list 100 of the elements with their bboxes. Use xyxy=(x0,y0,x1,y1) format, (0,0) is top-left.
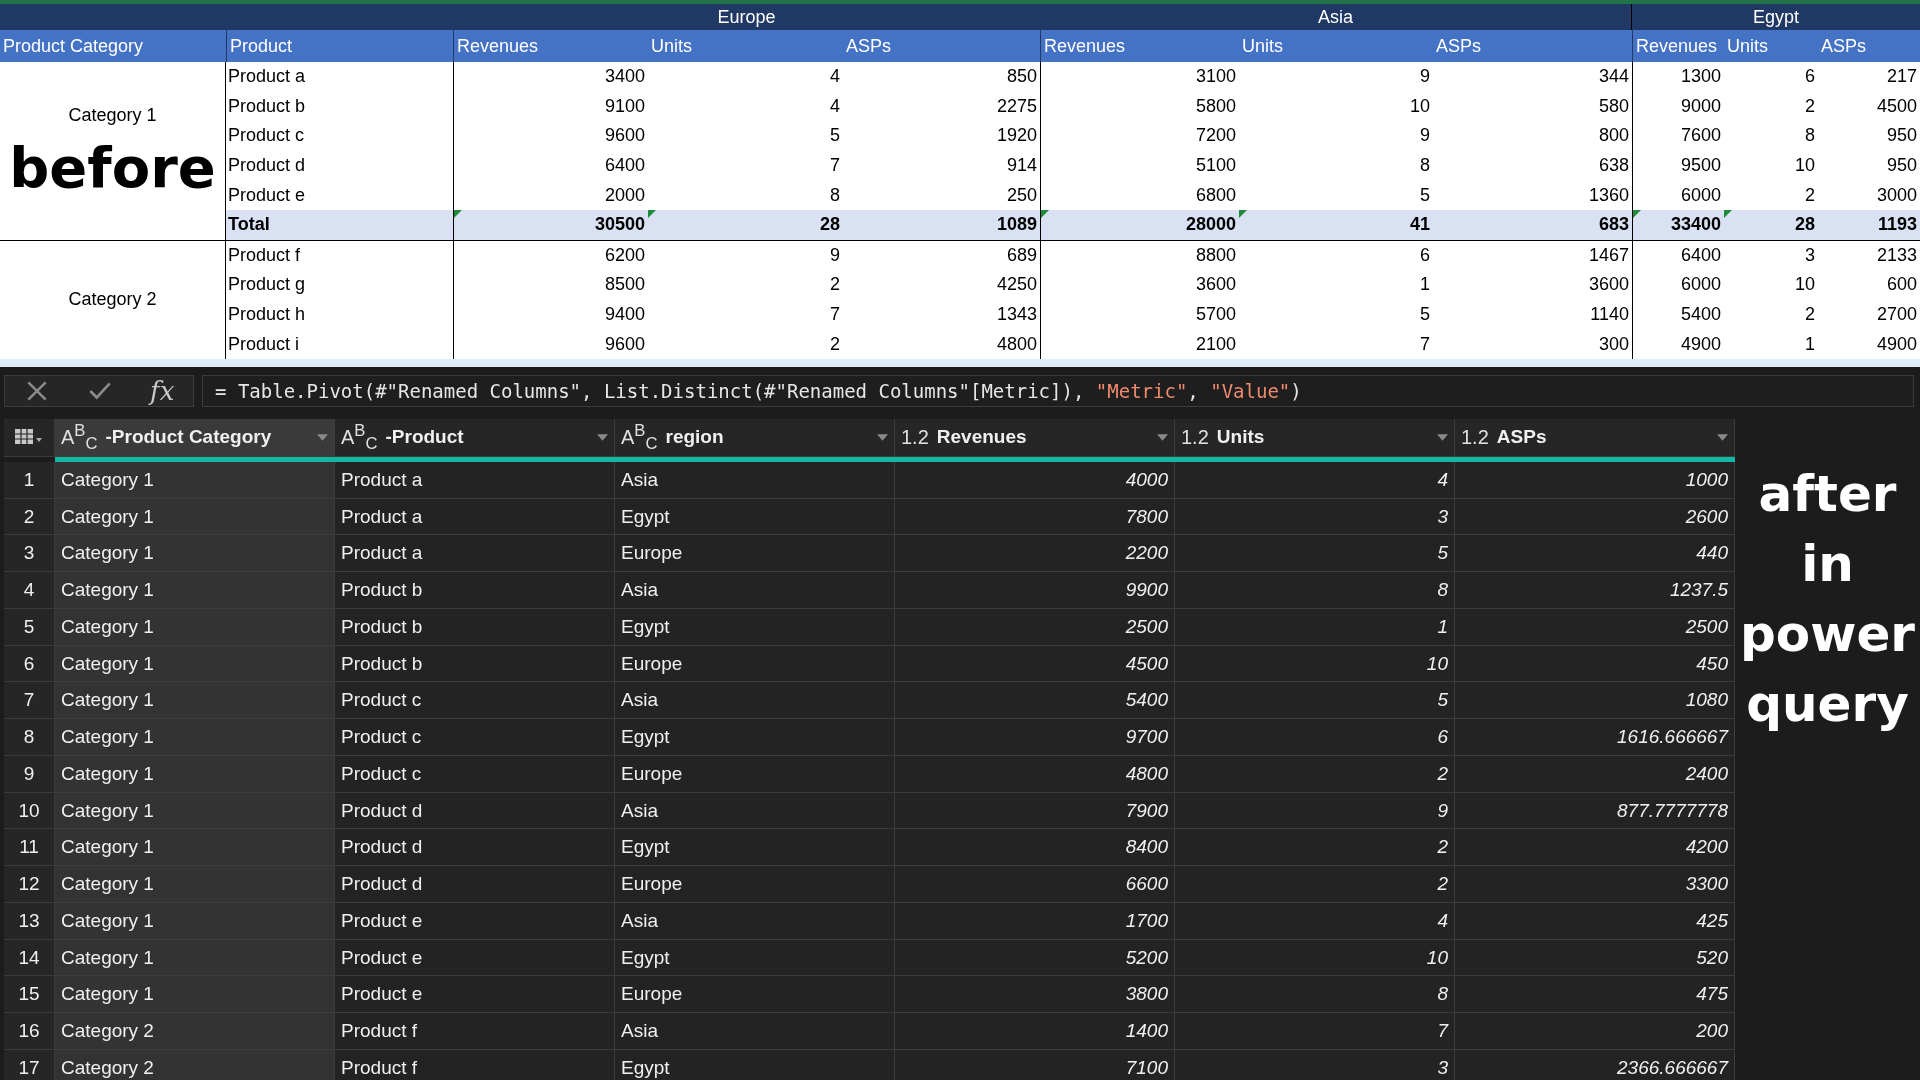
column-header[interactable]: A$^{B}$$_{C}$ -Product Category xyxy=(55,418,335,457)
column-header[interactable]: 1.2 ASPs xyxy=(1455,418,1735,457)
table-cell: Asia xyxy=(615,572,895,609)
table-cell: 7100 xyxy=(895,1049,1175,1080)
table-cell: 30500 xyxy=(594,214,645,236)
table-cell: 6000 xyxy=(1680,184,1721,206)
region-header: Egypt xyxy=(1752,5,1800,29)
table-cell: 6 xyxy=(1805,66,1815,88)
table-cell: 440 xyxy=(1455,535,1735,573)
table-cell: 6400 xyxy=(604,155,645,177)
table-cell: Category 1 xyxy=(55,719,335,756)
table-cell: 2200 xyxy=(895,535,1175,573)
row-number: 10 xyxy=(4,792,55,830)
column-header: Revenues xyxy=(453,30,648,62)
row-number: 4 xyxy=(4,572,55,609)
formula-field[interactable]: = Table.Pivot(#"Renamed Columns", List.Distinct(#"Renamed Columns"[Metric]), "Metric", "Value") xyxy=(202,374,1914,407)
column-header: Units xyxy=(650,34,693,58)
table-cell-text: Product e xyxy=(227,183,307,207)
table-cell: 9500 xyxy=(1680,155,1721,177)
table-cell: Europe xyxy=(615,535,895,573)
table-cell: 950 xyxy=(1886,155,1917,177)
row-number: 9 xyxy=(4,755,55,793)
table-cell-text: Product a xyxy=(227,65,307,89)
table-cell: Category 1 xyxy=(55,645,335,683)
table-cell: Egypt xyxy=(615,719,895,756)
table-cell: Egypt xyxy=(615,608,895,646)
table-cell: 3400 xyxy=(604,66,645,88)
column-header: ASPs xyxy=(1820,34,1868,58)
row-number: 16 xyxy=(4,1013,55,1050)
table-cell: 10 xyxy=(1175,645,1455,683)
table-cell-text: Product f xyxy=(227,243,302,267)
table-cell: 8 xyxy=(830,184,840,206)
table-cell: 6800 xyxy=(1195,184,1236,206)
table-cell: 41 xyxy=(1409,214,1430,236)
table-cell: Category 1 xyxy=(55,498,335,536)
table-cell: Product f xyxy=(335,1013,615,1050)
table-cell: 9 xyxy=(1420,125,1430,147)
column-header[interactable]: A$^{B}$$_{C}$ region xyxy=(615,418,895,457)
table-cell: Product f xyxy=(335,1049,615,1080)
table-cell: 10 xyxy=(1794,274,1815,296)
table-cell: 914 xyxy=(1006,155,1037,177)
table-cell: Category 1 xyxy=(55,682,335,720)
table-cell: 7600 xyxy=(1680,125,1721,147)
table-cell: Product e xyxy=(335,976,615,1014)
annotation: query xyxy=(1746,673,1909,735)
table-cell: Product b xyxy=(335,645,615,683)
dropdown-caret-icon[interactable] xyxy=(1437,433,1448,441)
table-cell: Product b xyxy=(335,608,615,646)
table-cell: 580 xyxy=(1598,95,1629,117)
table-cell: 8 xyxy=(1420,155,1430,177)
table-cell: 950 xyxy=(1886,125,1917,147)
table-cell: Category 1 xyxy=(55,608,335,646)
table-cell: 2 xyxy=(1175,755,1455,793)
column-header[interactable]: 1.2 Revenues xyxy=(895,418,1175,457)
column-header: Units xyxy=(1241,34,1284,58)
table-cell: 2 xyxy=(1175,866,1455,903)
table-cell: 2400 xyxy=(1455,755,1735,793)
table-cell: 1 xyxy=(1175,608,1455,646)
table-cell-text: Product i xyxy=(227,332,301,356)
table-cell: 8400 xyxy=(895,829,1175,867)
table-cell-text: Total xyxy=(227,213,271,237)
table-cell: 5 xyxy=(1175,535,1455,573)
table-cell: Egypt xyxy=(615,498,895,536)
table-cell: Product d xyxy=(335,866,615,903)
row-number: 8 xyxy=(4,719,55,756)
row-number: 12 xyxy=(4,866,55,903)
table-cell: 7 xyxy=(830,155,840,177)
table-cell: 3600 xyxy=(1588,274,1629,296)
table-cell: Category 1 xyxy=(55,976,335,1014)
table-cell: 8800 xyxy=(1195,244,1236,266)
table-cell: 4500 xyxy=(895,645,1175,683)
table-cell: Asia xyxy=(615,792,895,830)
table-cell: Category 2 xyxy=(55,1049,335,1080)
dropdown-caret-icon[interactable] xyxy=(1717,433,1728,441)
table-cell: Product b xyxy=(335,572,615,609)
table-cell: 4250 xyxy=(996,274,1037,296)
table-cell: 9 xyxy=(830,244,840,266)
table-cell: 7800 xyxy=(895,498,1175,536)
column-header[interactable]: 1.2 Units xyxy=(1175,418,1455,457)
dropdown-caret-icon[interactable] xyxy=(1157,433,1168,441)
table-cell: 6600 xyxy=(895,866,1175,903)
table-cell: 7 xyxy=(1420,333,1430,355)
table-cell: 9000 xyxy=(1680,95,1721,117)
table-cell: Europe xyxy=(615,755,895,793)
table-cell: 5 xyxy=(1420,184,1430,206)
dropdown-caret-icon[interactable] xyxy=(597,433,608,441)
dropdown-caret-icon[interactable] xyxy=(317,433,328,441)
table-cell: 5200 xyxy=(895,939,1175,977)
column-header[interactable]: A$^{B}$$_{C}$ -Product xyxy=(335,418,615,457)
table-cell: 6200 xyxy=(604,244,645,266)
column-header: Product xyxy=(226,30,453,62)
table-cell: 3100 xyxy=(1195,66,1236,88)
table-cell: 877.7777778 xyxy=(1455,792,1735,830)
dropdown-caret-icon[interactable] xyxy=(877,433,888,441)
table-cell: 2000 xyxy=(604,184,645,206)
function-button[interactable]: fx xyxy=(150,375,175,406)
table-cell: 4 xyxy=(830,95,840,117)
row-number: 11 xyxy=(4,829,55,867)
table-cell: 9 xyxy=(1175,792,1455,830)
table-cell: 4 xyxy=(830,66,840,88)
